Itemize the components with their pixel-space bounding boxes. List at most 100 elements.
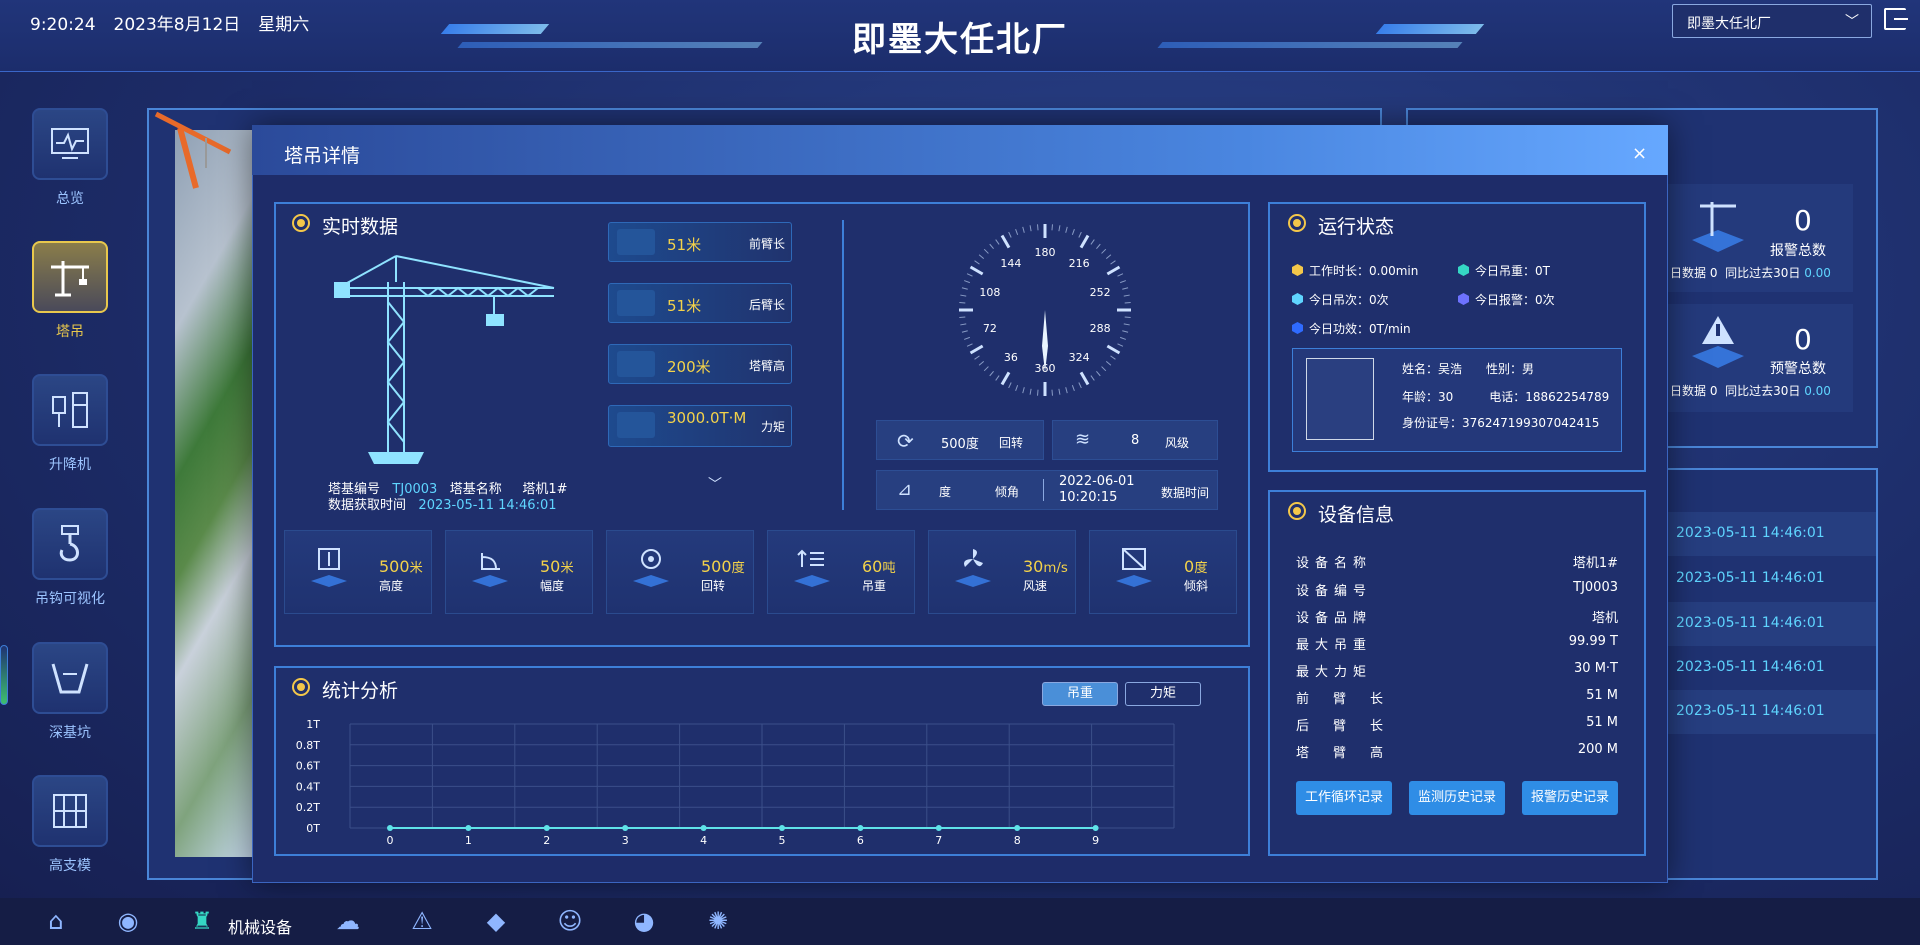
compass-minor-tick — [1058, 225, 1061, 232]
compass-minor-tick — [1110, 355, 1116, 360]
active-nav-label[interactable]: 机械设备 — [228, 914, 292, 938]
home-icon[interactable]: ⌂ — [38, 905, 74, 937]
stats-title: 统计分析 — [322, 680, 399, 702]
nav-item-overview[interactable]: 总览 — [20, 108, 120, 208]
tower-crane-icon — [32, 241, 108, 313]
nav-item-pit[interactable]: 深基坑 — [20, 642, 120, 742]
people-icon[interactable]: ☺ — [552, 905, 588, 937]
chart-x-tick-label: 7 — [935, 834, 942, 847]
compass-minor-tick — [1123, 323, 1130, 326]
tag-value: 200米 — [667, 358, 711, 376]
compass-major-tick — [969, 265, 984, 276]
crane-pedestal-icon — [1690, 196, 1746, 256]
formwork-icon — [32, 775, 108, 847]
chart-x-tick-label: 5 — [779, 834, 786, 847]
site-select[interactable]: 即墨大任北厂 ﹀ — [1672, 4, 1872, 38]
camera-icon[interactable]: ◉ — [110, 905, 146, 937]
compass-label: 288 — [1090, 322, 1111, 335]
compass-minor-tick — [966, 273, 973, 277]
device-key: 后臂长 — [1296, 719, 1408, 734]
nav-item-elevator[interactable]: 升降机 — [20, 374, 120, 474]
fetch-time-value: 2023-05-11 14:46:01 — [418, 498, 557, 513]
compass-minor-tick — [1120, 280, 1126, 284]
metric-label: 吊重 — [862, 579, 887, 593]
chart-point — [700, 825, 707, 831]
chart-point — [622, 825, 629, 831]
hex-yellow-icon — [1292, 264, 1303, 276]
compass-minor-tick — [1058, 388, 1061, 395]
warn-note: 日数据 0 — [1670, 384, 1718, 398]
pie-chart-icon[interactable]: ◕ — [626, 905, 662, 937]
weather-icon[interactable]: ☁ — [330, 905, 366, 937]
nav-item-hook[interactable]: 吊钩可视化 — [20, 508, 120, 608]
compass-minor-tick — [995, 375, 1000, 381]
compass-minor-tick — [1122, 287, 1129, 290]
compass-minor-tick — [1120, 336, 1126, 340]
hook-icon — [32, 508, 108, 580]
hook-icon — [617, 229, 655, 255]
device-row: 设备品牌 塔机 — [1296, 607, 1618, 627]
realtime-title: 实时数据 — [322, 216, 399, 238]
metric-unit: 度 — [731, 561, 745, 576]
compass-minor-tick — [978, 361, 985, 366]
rotation-box: ⟳ 500度 回转 — [876, 420, 1044, 460]
nav-item-formwork[interactable]: 高支模 — [20, 775, 120, 875]
compass-minor-tick — [1101, 366, 1107, 372]
metric-height: 500米 高度 — [284, 530, 432, 614]
torque-toggle-button[interactable]: 力矩 — [1125, 682, 1201, 706]
compass-minor-tick — [1008, 382, 1012, 389]
rotation-value: 500度 — [941, 437, 979, 452]
warning-icon[interactable]: ⚠ — [404, 905, 440, 937]
compass-minor-tick — [1101, 248, 1107, 254]
metric-label: 幅度 — [540, 579, 565, 593]
tower-height-tag: 200米 塔臂高 — [608, 344, 792, 384]
device-value: 51 M — [1586, 688, 1618, 703]
monitor-history-button[interactable]: 监测历史记录 — [1409, 781, 1505, 815]
compass-label: 72 — [983, 322, 997, 335]
quality-icon[interactable]: ◆ — [478, 905, 514, 937]
logout-icon[interactable] — [1884, 8, 1908, 30]
alarm-history-button[interactable]: 报警历史记录 — [1522, 781, 1618, 815]
chart-y-tick-label: 0.2T — [296, 801, 320, 814]
record-time: 2023-05-11 14:46:01 — [1676, 615, 1825, 631]
compass-minor-tick — [1117, 343, 1124, 347]
operator-id-card: 身份证号：376247199307042415 — [1402, 416, 1600, 430]
chart-point — [779, 825, 785, 831]
metric-amplitude: 50米 幅度 — [445, 530, 593, 614]
monitor-icon — [32, 108, 108, 180]
load-icon — [792, 547, 832, 587]
today-lifts: 今日吊次：0次 — [1309, 293, 1389, 307]
close-icon[interactable]: × — [1632, 143, 1647, 164]
metric-label: 高度 — [379, 579, 404, 593]
operator-photo — [1306, 358, 1374, 440]
metric-unit: m/s — [1043, 561, 1068, 576]
wind-label: 风级 — [1165, 436, 1190, 450]
data-time-label: 数据时间 — [1161, 486, 1210, 500]
compass-minor-tick — [974, 355, 980, 360]
hex-teal-icon — [1458, 264, 1469, 276]
warn-total-value: 0 — [1794, 323, 1812, 356]
fan-icon — [953, 547, 993, 587]
rotation-icon — [631, 547, 671, 587]
machinery-icon[interactable]: ♜ — [184, 905, 220, 937]
compass-minor-tick — [1071, 229, 1075, 235]
load-toggle-button[interactable]: 吊重 — [1042, 682, 1118, 706]
compass-minor-tick — [961, 287, 968, 290]
chart-x-tick-label: 2 — [543, 834, 550, 847]
compass-minor-tick — [1090, 375, 1095, 381]
alarm-light-icon[interactable]: ✺ — [700, 905, 736, 937]
compass-minor-tick — [1096, 370, 1101, 377]
nav-item-tower-crane[interactable]: 塔吊 — [20, 241, 120, 341]
record-time: 2023-05-11 14:46:01 — [1676, 703, 1825, 719]
work-cycle-record-button[interactable]: 工作循环记录 — [1296, 781, 1392, 815]
side-scrollbar[interactable] — [0, 645, 8, 705]
compass-minor-tick — [1051, 224, 1053, 231]
warning-pedestal-icon — [1690, 312, 1746, 372]
alarm-note: 日数据 0 — [1670, 266, 1718, 280]
warn-note-compare: 同比过去30日 — [1725, 384, 1801, 398]
compass-minor-tick — [1065, 226, 1068, 233]
chart-x-tick-label: 3 — [622, 834, 629, 847]
chart-y-tick-label: 0.4T — [296, 780, 320, 793]
chevron-down-icon[interactable]: ﹀ — [708, 474, 722, 494]
device-key: 设备品牌 — [1296, 611, 1373, 626]
